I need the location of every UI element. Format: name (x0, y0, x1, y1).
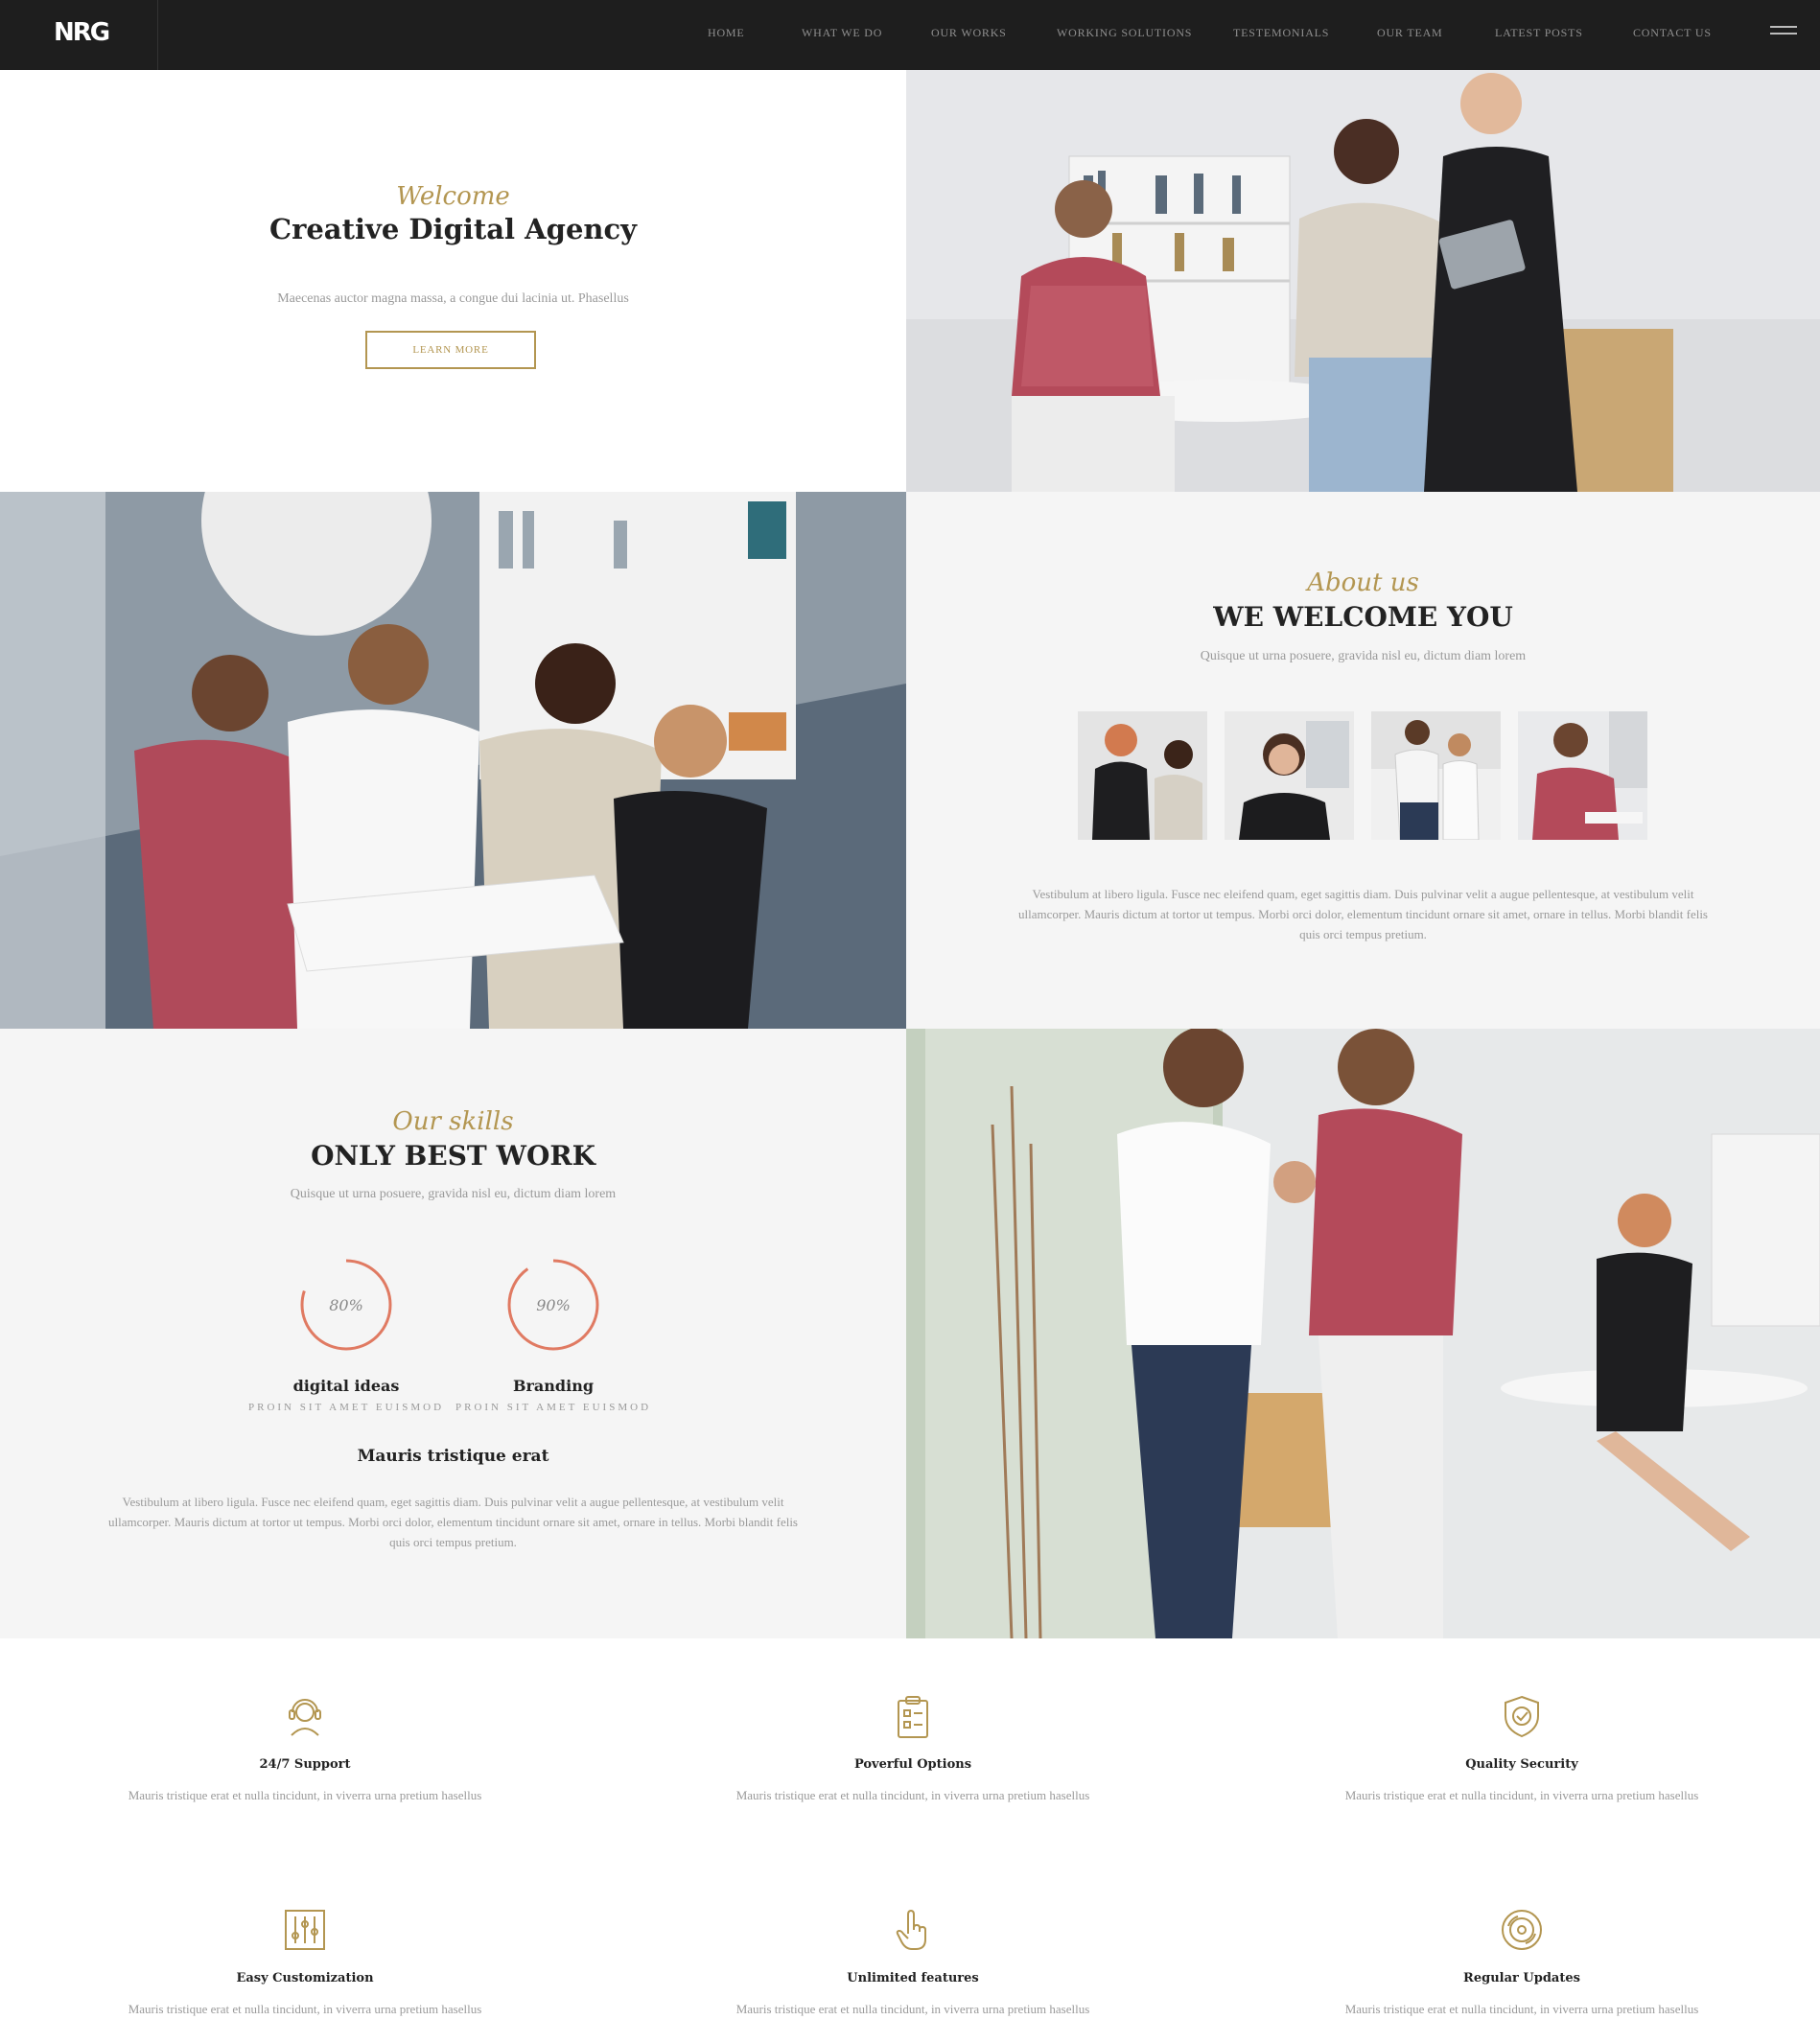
skills-paragraph-line: quis orci tempus pretium. (389, 1535, 517, 1549)
about-title: WE WELCOME YOU (1213, 601, 1513, 633)
pointer-hand-icon (890, 1907, 936, 1953)
about-thumbnail[interactable] (1225, 711, 1354, 840)
skills-title: ONLY BEST WORK (311, 1140, 595, 1172)
nav-item-working-solutions[interactable]: WORKING SOLUTIONS (1057, 26, 1192, 40)
nav-item-home[interactable]: HOME (708, 26, 745, 40)
skills-paragraph-line: Vestibulum at libero ligula. Fusce nec e… (122, 1495, 784, 1509)
nav-item-contact-us[interactable]: CONTACT US (1633, 26, 1712, 40)
features-section: 24/7 Support Mauris tristique erat et nu… (0, 1638, 1820, 2043)
learn-more-button[interactable]: LEARN MORE (365, 331, 536, 369)
nav-item-testemonials[interactable]: TESTEMONIALS (1233, 26, 1329, 40)
skill-subtext: PROIN SIT AMET EUISMOD (247, 1402, 445, 1413)
hamburger-menu-icon[interactable] (1770, 26, 1797, 37)
about-thumbnail[interactable] (1371, 711, 1501, 840)
feature-title: Unlimited features (847, 1971, 979, 1985)
about-script-title: About us (1307, 569, 1419, 597)
about-section: About us WE WELCOME YOU Quisque ut urna … (906, 492, 1820, 1029)
skills-subtitle: Quisque ut urna posuere, gravida nisl eu… (290, 1187, 617, 1201)
skills-paragraph: Vestibulum at libero ligula. Fusce nec e… (0, 1492, 906, 1552)
brand-logo[interactable]: NRG (54, 18, 110, 47)
shield-check-icon (1499, 1693, 1545, 1739)
about-paragraph-line: ullamcorper. Mauris dictum at tortor ut … (1017, 907, 1708, 921)
hero-team-photo (906, 70, 1820, 492)
feature-description: Mauris tristique erat et nulla tincidunt… (128, 1788, 482, 1802)
about-thumbnail[interactable] (1518, 711, 1647, 840)
clipboard-icon (890, 1693, 936, 1739)
hero-section: Welcome Creative Digital Agency Maecenas… (0, 70, 906, 492)
skills-script-title: Our skills (392, 1107, 514, 1136)
handshake-photo (906, 1029, 1820, 1638)
skill-name: Branding (512, 1377, 595, 1395)
nav-item-our-works[interactable]: OUR WORKS (931, 26, 1007, 40)
hero-script-title: Welcome (396, 182, 510, 211)
about-subtitle: Quisque ut urna posuere, gravida nisl eu… (1200, 649, 1527, 663)
feature-title: Easy Customization (236, 1971, 374, 1985)
feature-description: Mauris tristique erat et nulla tincidunt… (1344, 2002, 1699, 2016)
feature-title: 24/7 Support (259, 1757, 351, 1772)
update-disc-icon (1499, 1907, 1545, 1953)
top-navbar: NRG HOME WHAT WE DO OUR WORKS WORKING SO… (0, 0, 1820, 70)
team-planning-photo (0, 492, 906, 1029)
skill-percent: 90% (536, 1295, 571, 1314)
about-paragraph-line: quis orci tempus pretium. (1299, 927, 1427, 941)
headset-icon (282, 1693, 328, 1739)
skill-ring-branding: 90% (505, 1257, 601, 1353)
feature-title: Regular Updates (1463, 1971, 1580, 1985)
skills-section: Our skills ONLY BEST WORK Quisque ut urn… (0, 1029, 906, 1638)
skills-subheading: Mauris tristique erat (357, 1447, 549, 1466)
skill-subtext: PROIN SIT AMET EUISMOD (455, 1402, 652, 1413)
feature-title: Poverful Options (853, 1757, 972, 1772)
nav-item-our-team[interactable]: OUR TEAM (1377, 26, 1443, 40)
about-thumbnail[interactable] (1078, 711, 1207, 840)
nav-item-what-we-do[interactable]: WHAT WE DO (802, 26, 882, 40)
feature-description: Mauris tristique erat et nulla tincidunt… (1344, 1788, 1699, 1802)
feature-description: Mauris tristique erat et nulla tincidunt… (128, 2002, 482, 2016)
about-paragraph: Vestibulum at libero ligula. Fusce nec e… (906, 884, 1820, 944)
about-paragraph-line: Vestibulum at libero ligula. Fusce nec e… (1032, 887, 1694, 901)
sliders-icon (282, 1907, 328, 1953)
skill-ring-digital-ideas: 80% (298, 1257, 394, 1353)
hero-text: Maecenas auctor magna massa, a congue du… (277, 291, 629, 306)
nav-item-latest-posts[interactable]: LATEST POSTS (1495, 26, 1583, 40)
feature-description: Mauris tristique erat et nulla tincidunt… (735, 2002, 1090, 2016)
logo-container[interactable]: NRG (0, 0, 158, 70)
feature-title: Quality Security (1465, 1757, 1578, 1772)
skill-percent: 80% (329, 1295, 363, 1314)
skills-paragraph-line: ullamcorper. Mauris dictum at tortor ut … (107, 1515, 798, 1529)
skill-name: digital ideas (292, 1377, 400, 1395)
feature-description: Mauris tristique erat et nulla tincidunt… (735, 1788, 1090, 1802)
hero-title: Creative Digital Agency (269, 213, 637, 245)
